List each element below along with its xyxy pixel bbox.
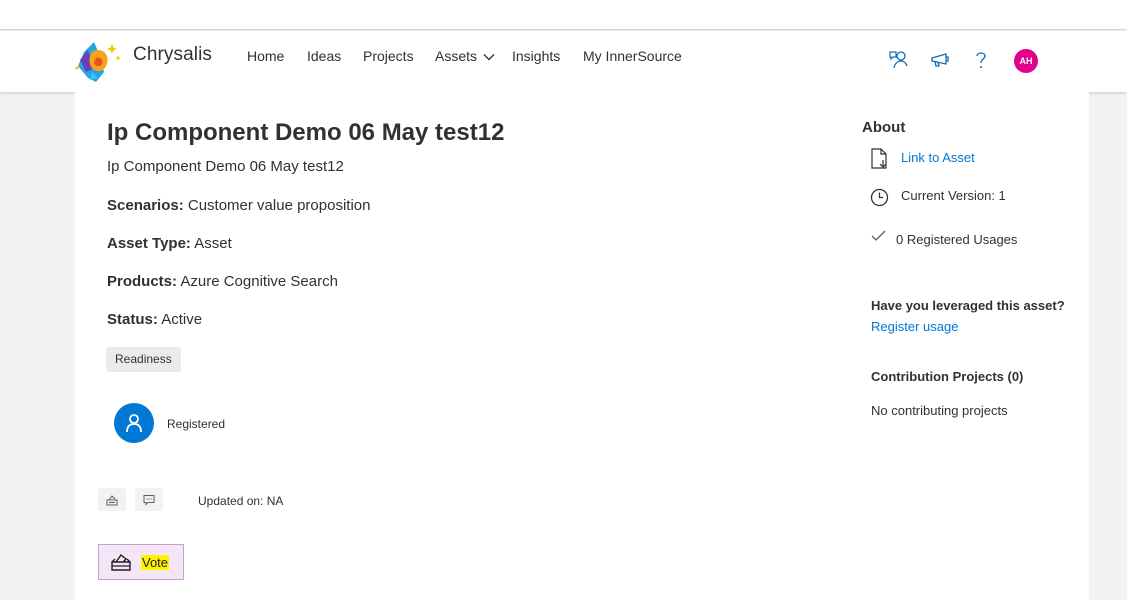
updated-on: Updated on: NA [198,494,283,508]
field-asset-type: Asset Type: Asset [107,235,232,252]
user-avatar[interactable]: AH [1014,49,1038,73]
field-status-value: Active [161,311,203,328]
nav-projects[interactable]: Projects [363,48,414,64]
ballot-box-icon [111,553,131,571]
app-header: Chrysalis Home Ideas Projects Assets Ins… [0,31,1127,92]
field-scenarios-value: Customer value proposition [187,197,371,214]
field-scenarios: Scenarios: Customer value proposition [107,197,370,214]
checkmark-icon [871,230,886,241]
feedback-icon[interactable] [888,49,910,71]
vote-button[interactable]: Vote [98,544,184,580]
registered-user-icon [114,403,154,443]
asset-description: Ip Component Demo 06 May test12 [107,158,344,175]
document-download-icon [871,148,887,169]
current-version: Current Version: 1 [901,188,1006,203]
comment-icon [143,494,155,506]
nav-my-innersource[interactable]: My InnerSource [583,48,682,64]
nav-insights[interactable]: Insights [512,48,560,64]
chevron-down-icon [483,54,495,61]
field-products-label: Products: [107,273,178,290]
help-icon[interactable] [970,49,992,71]
registered-usages: 0 Registered Usages [896,232,1018,247]
ballot-box-icon [106,494,118,505]
field-scenarios-label: Scenarios: [107,197,184,214]
contribution-projects-heading: Contribution Projects (0) [871,369,1024,384]
updated-on-label: Updated on: [198,494,264,508]
comment-button[interactable] [135,488,163,511]
leverage-question: Have you leveraged this asset? [871,298,1065,313]
chrysalis-logo[interactable] [74,38,126,84]
asset-title: Ip Component Demo 06 May test12 [107,119,505,146]
link-to-asset[interactable]: Link to Asset [901,150,975,165]
field-products-value: Azure Cognitive Search [180,273,338,290]
field-asset-type-value: Asset [194,235,232,252]
updated-on-value: NA [266,494,284,508]
readiness-tag: Readiness [106,347,181,372]
clock-icon [870,188,889,207]
announcement-icon[interactable] [929,49,951,71]
vote-box-button[interactable] [98,488,126,511]
field-products: Products: Azure Cognitive Search [107,273,338,290]
nav-home[interactable]: Home [247,48,284,64]
top-strip [0,0,1127,30]
field-status-label: Status: [107,311,158,328]
no-contributing-projects: No contributing projects [871,403,1008,418]
registered-label: Registered [167,417,226,431]
nav-assets-label: Assets [435,48,478,64]
nav-assets[interactable]: Assets [435,48,495,64]
about-heading: About [862,119,906,136]
field-asset-type-label: Asset Type: [107,235,191,252]
field-status: Status: Active [107,311,202,328]
register-usage-link[interactable]: Register usage [871,319,958,334]
nav-ideas[interactable]: Ideas [307,48,341,64]
vote-label: Vote [141,554,170,570]
brand-name[interactable]: Chrysalis [133,44,212,66]
